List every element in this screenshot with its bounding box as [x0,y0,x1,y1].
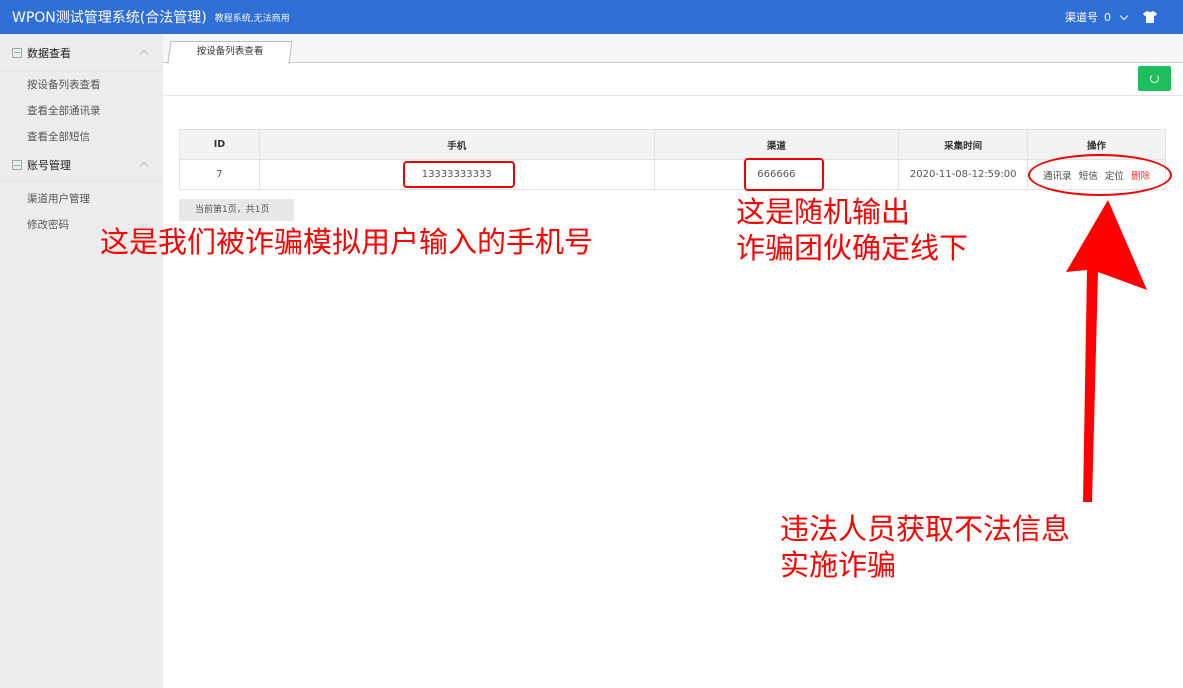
sidebar-item-all-sms[interactable]: 查看全部短信 [0,124,163,150]
sidebar-group-account[interactable]: 账号管理 [0,150,163,180]
toolbar [163,63,1183,96]
sidebar-item-device-list[interactable]: 按设备列表查看 [0,72,163,98]
column-header-channel: 渠道 [653,129,900,160]
channel-value: 0 [1104,10,1111,24]
column-header-id: ID [179,129,260,160]
cell-id: 7 [179,159,260,190]
panel-icon [12,47,22,58]
tab-label: 按设备列表查看 [196,46,264,57]
actions-highlight-ellipse [1028,154,1172,196]
app-subtitle: 教程系统,无法商用 [214,13,290,24]
chevron-down-icon [1119,11,1129,20]
action-annotation-line2: 实施诈骗 [780,548,897,582]
column-header-time: 采集时间 [898,129,1029,160]
device-table: ID 手机 渠道 采集时间 操作 7 13333333333 666666 20… [179,129,1166,190]
action-annotation-line1: 违法人员获取不法信息 [780,512,1071,546]
sidebar-group-label: 账号管理 [27,159,71,172]
sidebar: 数据查看 按设备列表查看 查看全部通讯录 查看全部短信 账号管理 渠道用户管理 … [0,34,163,688]
refresh-icon [1150,74,1159,83]
table-row: 7 13333333333 666666 2020-11-08-12:59:00… [179,159,1166,190]
tab-bar: 按设备列表查看 [163,34,1183,64]
sidebar-item-all-contacts[interactable]: 查看全部通讯录 [0,98,163,124]
chevron-up-icon [139,161,149,171]
shirt-icon[interactable] [1143,11,1157,23]
main-content: 按设备列表查看 ID 手机 渠道 采集时间 操作 7 13333333333 6… [163,34,1183,688]
cell-time: 2020-11-08-12:59:00 [898,159,1029,190]
sidebar-item-channel-users[interactable]: 渠道用户管理 [0,186,163,212]
top-header: WPON测试管理系统(合法管理) 教程系统,无法商用 渠道号 0 [0,0,1183,34]
header-right: 渠道号 0 [1065,0,1157,34]
sidebar-group-data-view[interactable]: 数据查看 [0,34,163,72]
sidebar-group-label: 数据查看 [27,46,71,60]
tab-device-list[interactable]: 按设备列表查看 [167,41,293,64]
channel-annotation-line1: 这是随机输出 [736,195,911,229]
phone-highlight-box [403,161,515,188]
channel-highlight-box [744,158,824,191]
channel-label: 渠道号 [1065,11,1098,24]
table-header-row: ID 手机 渠道 采集时间 操作 [179,129,1166,160]
channel-annotation-line2: 诈骗团伙确定线下 [736,231,969,265]
chevron-up-icon [139,49,149,59]
app-title: WPON测试管理系统(合法管理) [12,10,207,26]
refresh-button[interactable] [1138,66,1171,91]
panel-icon [12,160,22,170]
channel-dropdown[interactable]: 渠道号 0 [1065,9,1129,25]
pagination-info: 当前第1页，共1页 [179,199,294,221]
column-header-phone: 手机 [258,129,655,160]
red-arrow [1066,200,1147,502]
phone-annotation: 这是我们被诈骗模拟用户输入的手机号 [100,225,594,259]
